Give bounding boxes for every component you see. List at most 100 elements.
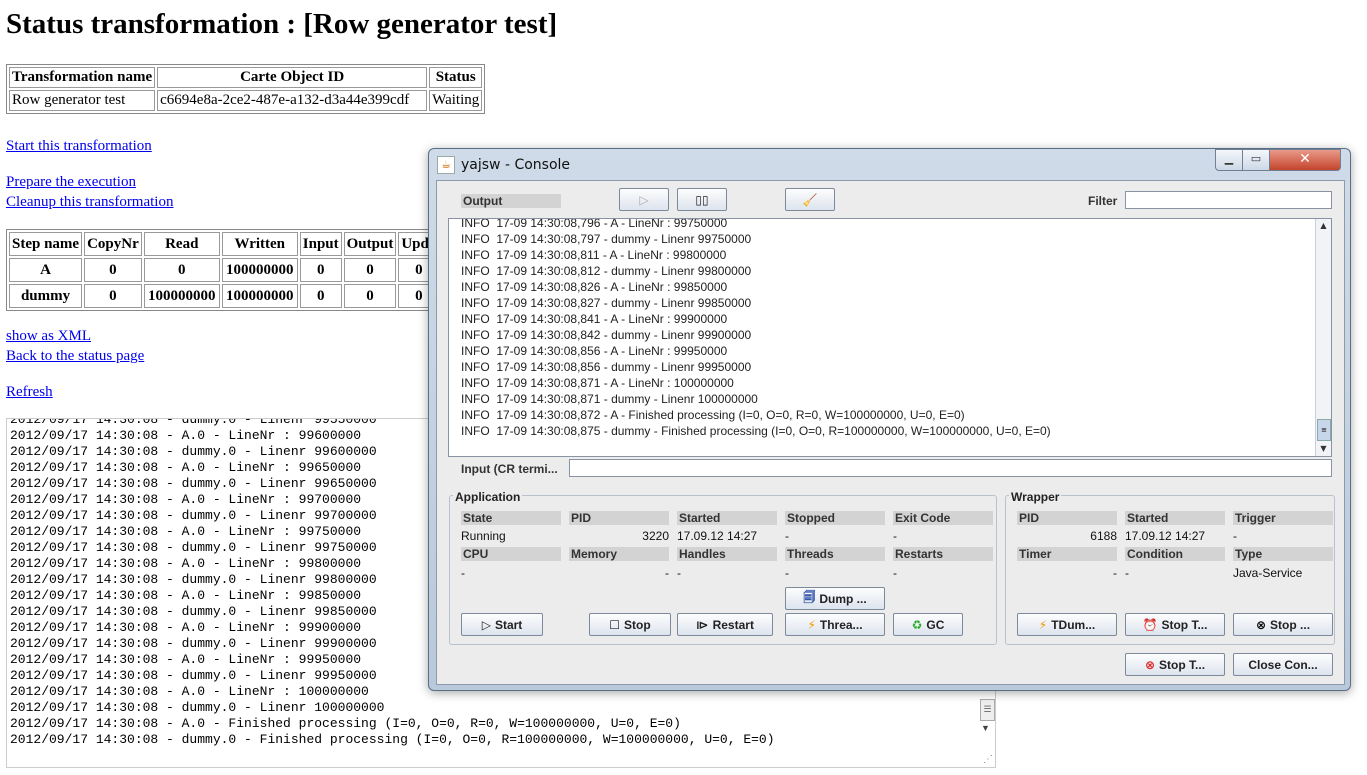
output-line: INFO 17-09 14:30:08,875 - dummy - Finish… [461,424,1051,438]
restart-button[interactable]: ⧐ Restart [677,613,773,636]
close-window-button[interactable]: ✕ [1269,149,1341,171]
close-console-button-label: Close Con... [1248,657,1318,672]
scroll-up-icon[interactable]: ▲ [1316,219,1331,233]
table-cell: 0 [143,258,220,282]
wrapper-pid-value: 6188 [1090,529,1117,543]
threads-button[interactable]: ⚡ Threa... [785,613,885,636]
stop-button[interactable]: ☐ Stop [589,613,671,636]
table-cell: 0 [299,258,342,282]
lightning-icon: ⚡ [1038,617,1048,632]
exit-code-value: - [893,529,897,543]
table-cell: Waiting [429,90,483,111]
scroll-down-icon[interactable]: ▼ [1316,442,1331,456]
column-header: Transformation name [9,67,156,88]
threads-header: Threads [785,547,885,561]
stop-wrapper-button[interactable]: ⊗ Stop ... [1233,613,1333,636]
restart-icon: ⧐ [696,617,709,632]
table-cell: A [9,258,83,282]
output-text: INFO 17-09 14:30:08,796 - A - LineNr : 9… [461,219,1051,439]
stopped-header: Stopped [785,511,885,525]
restart-button-label: Restart [712,617,754,632]
memory-value: - [665,566,669,580]
show-as-xml-link[interactable]: show as XML [6,327,91,345]
stop-tray-button[interactable]: ⊗ Stop T... [1125,653,1225,676]
stop-button-label: Stop [624,617,651,632]
stop-tray-button-label: Stop T... [1159,657,1206,672]
restarts-header: Restarts [893,547,993,561]
table-cell: 100000000 [143,284,220,308]
title-bar[interactable]: ☕ yajsw - Console ▁ ▭ ✕ [429,149,1350,179]
wrapper-pid-header: PID [1017,511,1117,525]
dump-button[interactable]: 🗐 Dump ... [785,587,885,610]
condition-header: Condition [1125,547,1225,561]
dump-icon: 🗐 [803,590,816,604]
stop-timer-button[interactable]: ⏰ Stop T... [1125,613,1225,636]
close-console-button[interactable]: Close Con... [1233,653,1333,676]
output-line: INFO 17-09 14:30:08,856 - A - LineNr : 9… [461,344,728,358]
play-icon: ▷ [639,192,649,207]
stop-wrapper-button-label: Stop ... [1270,617,1311,632]
output-label: Output [461,194,561,208]
clear-button[interactable]: 🧹 [785,188,835,211]
column-header: Status [429,67,483,88]
memory-header: Memory [569,547,669,561]
start-button[interactable]: ▷ Start [461,613,543,636]
play-button[interactable]: ▷ [619,188,669,211]
tdump-button[interactable]: ⚡ TDum... [1017,613,1117,636]
output-line: INFO 17-09 14:30:08,856 - dummy - Linenr… [461,360,752,374]
state-value: Running [461,529,506,543]
table-cell: 0 [299,284,342,308]
start-button-label: Start [494,617,523,632]
lightning-icon: ⚡ [807,617,816,632]
type-header: Type [1233,547,1333,561]
gc-button-label: GC [926,617,945,632]
table-row: dummy 0 100000000 100000000 0 0 0 [9,284,440,308]
handles-value: - [677,566,681,580]
tdump-button-label: TDum... [1051,617,1096,632]
table-cell: dummy [9,284,83,308]
clock-icon: ⏰ [1142,617,1158,632]
cleanup-transformation-link[interactable]: Cleanup this transformation [6,193,173,211]
cpu-header: CPU [461,547,561,561]
refresh-link[interactable]: Refresh [6,383,53,401]
console-window: ☕ yajsw - Console ▁ ▭ ✕ Output ▷ ▯▯ 🧹 Fi… [428,148,1351,691]
table-cell: Row generator test [9,90,156,111]
output-scrollbar[interactable]: ▲ ≡ ▼ [1315,219,1331,456]
threads-value: - [785,566,789,580]
log-line: 2012/09/17 14:30:08 - dummy.0 - Linenr 1… [10,700,385,715]
page-title: Status transformation : [Row generator t… [6,8,558,40]
minimize-button[interactable]: ▁ [1215,149,1243,171]
restarts-value: - [893,566,897,580]
stop-timer-button-label: Stop T... [1161,617,1208,632]
start-transformation-link[interactable]: Start this transformation [6,137,152,155]
stop-icon: ☐ [609,617,621,632]
scroll-down-icon[interactable]: ▼ [981,723,990,733]
output-line: INFO 17-09 14:30:08,797 - dummy - Linenr… [461,232,752,246]
scrollbar-thumb[interactable]: ≡ [1317,419,1331,441]
output-line: INFO 17-09 14:30:08,871 - dummy - Linenr… [461,392,758,406]
timer-header: Timer [1017,547,1117,561]
filter-input[interactable] [1125,191,1332,209]
pause-button[interactable]: ▯▯ [677,188,727,211]
cpu-value: - [461,566,465,580]
java-icon: ☕ [437,156,455,174]
output-textarea[interactable]: INFO 17-09 14:30:08,796 - A - LineNr : 9… [448,218,1332,457]
transformation-table: Transformation name Carte Object ID Stat… [6,64,486,114]
column-header: Step name [9,232,83,256]
state-header: State [461,511,561,525]
gc-button[interactable]: ♻ GC [893,613,963,636]
started-header: Started [677,511,777,525]
started-value: 17.09.12 14:27 [677,529,758,543]
resize-grip-icon[interactable]: ⋰ [983,754,993,765]
maximize-button[interactable]: ▭ [1242,149,1270,171]
prepare-execution-link[interactable]: Prepare the execution [6,173,136,191]
application-label: Application [453,490,523,504]
input-field[interactable] [569,459,1332,477]
output-line: INFO 17-09 14:30:08,827 - dummy - Linenr… [461,296,752,310]
scrollbar-thumb[interactable]: ☰ [980,699,995,721]
back-to-status-link[interactable]: Back to the status page [6,347,144,365]
type-value: Java-Service [1233,566,1303,580]
column-header: Carte Object ID [157,67,428,88]
table-cell: 100000000 [221,284,298,308]
column-header: Read [143,232,220,256]
